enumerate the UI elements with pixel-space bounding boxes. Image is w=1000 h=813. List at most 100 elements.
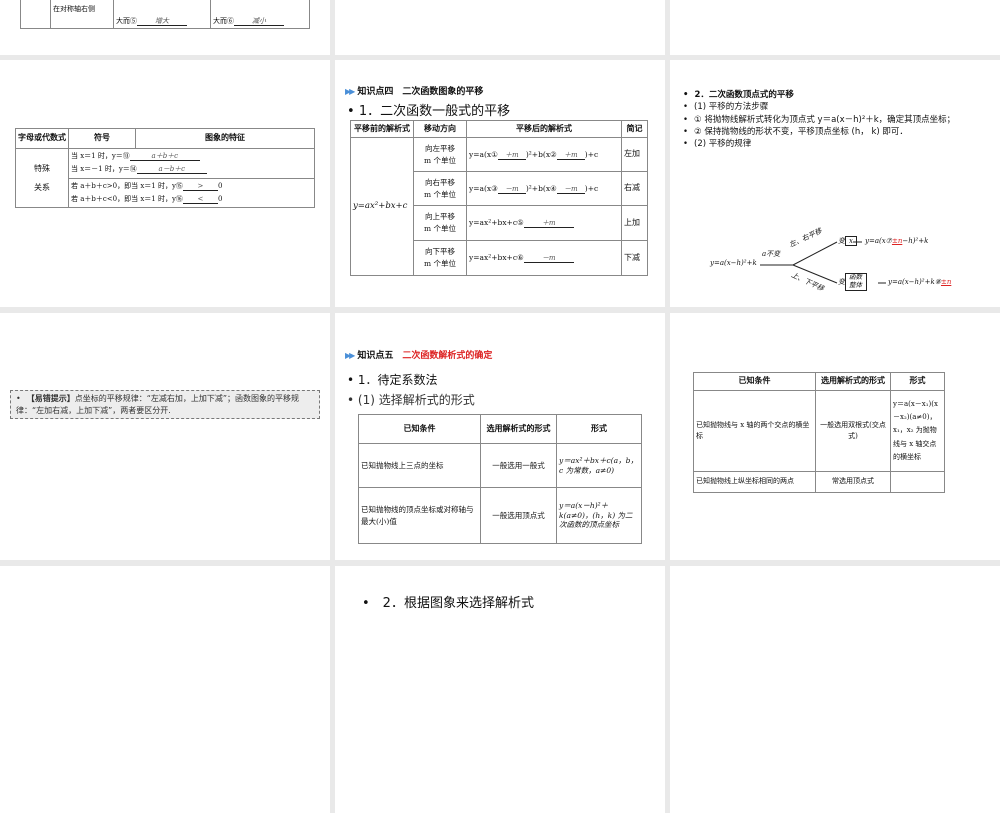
th: 字母或代数式 — [15, 128, 69, 149]
answer: 增大 — [137, 17, 187, 26]
special-relations-table: 字母或代数式 符号 图象的特征 特殊关系 当 x＝1 时，y＝⑬ a＋b＋c 当 x＝－… — [15, 128, 315, 209]
slide-thumbnail-8[interactable]: ▶▶ 知识点五 二次函数解析式的确定 • 1．待定系数法 • (1) 选择解析式的… — [335, 313, 665, 560]
box: x — [845, 236, 857, 246]
cell: 下减 — [621, 240, 648, 276]
text: y=a(x−h)²+k — [710, 259, 757, 267]
table-cell: 在对称轴右侧 — [50, 0, 114, 29]
th: 图象的特征 — [135, 128, 315, 149]
text: 向下平移 — [425, 247, 455, 256]
answer: a＋b＋c — [129, 153, 200, 161]
answer: > — [182, 182, 218, 191]
text: (1) 平移的方法步骤 — [694, 102, 769, 113]
text: 若 a＋b＋c<0，即当 x＝1 时，y⑯ — [71, 194, 183, 203]
text: 1．二次函数一般式的平移 — [358, 104, 511, 119]
answer: ＋m — [523, 220, 574, 228]
text: ② 保持抛物线的形状不变，平移顶点坐标 (h， k) 即可． — [694, 126, 908, 137]
bullet: • (1) 选择解析式的形式 — [347, 393, 475, 408]
answer: －m — [497, 185, 526, 194]
text: )+c — [584, 183, 599, 193]
slide-thumbnail-7[interactable]: • 【易错提示】点坐标的平移规律：“左减右加，上加下减”；函数图象的平移规律：“左… — [0, 313, 330, 560]
cell: 已知抛物线上纵坐标相同的两点 — [693, 471, 816, 493]
th: 移动方向 — [413, 120, 467, 138]
slide-thumbnail-3[interactable] — [670, 0, 1000, 55]
bullet: • 1．二次函数一般式的平移 — [347, 104, 511, 119]
answer: 减小 — [234, 17, 284, 26]
bullet: • 1．待定系数法 — [347, 373, 438, 387]
th: 已知条件 — [693, 372, 816, 391]
slide-thumbnail-4[interactable]: 字母或代数式 符号 图象的特征 特殊关系 当 x＝1 时，y＝⑬ a＋b＋c 当 x＝－… — [0, 60, 330, 307]
slide-thumbnail-12[interactable] — [670, 566, 1000, 813]
cell: 常选用顶点式 — [815, 471, 891, 493]
th: 选用解析式的形式 — [480, 414, 557, 444]
slide-thumbnail-6[interactable]: • 2．二次函数顶点式的平移 • (1) 平移的方法步骤 • ① 将抛物线解析式转化为… — [670, 60, 1000, 307]
cell: y＝a(x－x₁)(x－x₂)(a≠0)，x₁，x₂ 为抛物线与 x 轴交点的横… — [890, 390, 945, 472]
cell: y＝a(x－h)²＋k(a≠0)，(h，k) 为二次函数的顶点坐标 — [556, 487, 642, 544]
text: 0 — [217, 194, 223, 203]
answer: －m — [523, 255, 574, 263]
translation-rule-diagram: y=a(x−h)²+k a不变 左、右平移 上、下平移 变x 变函数整体 y=a… — [710, 225, 951, 300]
arrow-icon: ▶▶ — [345, 87, 355, 96]
text: 2．二次函数顶点式的平移 — [694, 90, 794, 100]
box: 函数整体 — [845, 273, 867, 291]
text: ① 将抛物线解析式转化为顶点式 y＝a(x－h)²＋k，确定其顶点坐标； — [694, 114, 956, 125]
slide-thumbnail-11[interactable]: • 2．根据图象来选择解析式 — [335, 566, 665, 813]
bullet: • (2) 平移的规律 — [683, 139, 752, 150]
cell: 已知抛物线上三点的坐标 — [358, 443, 481, 488]
knowledge-point-heading: ▶▶ 知识点四 二次函数图象的平移 — [345, 84, 483, 97]
cell: 左加 — [621, 137, 648, 172]
text: 当 x＝－1 时，y＝⑭ — [71, 165, 137, 174]
cell: 右减 — [621, 171, 648, 206]
text: y=a(x① — [469, 149, 498, 159]
text: m 个单位 — [424, 224, 456, 233]
text: 知识点四 二次函数图象的平移 — [357, 87, 484, 97]
text: y=ax²+bx+c⑤ — [469, 218, 524, 227]
bullet: • ② 保持抛物线的形状不变，平移顶点坐标 (h， k) 即可． — [683, 126, 908, 137]
slide-thumbnail-9[interactable]: 已知条件 选用解析式的形式 形式 已知抛物线与 x 轴的两个交点的横坐标 一般选用双根… — [670, 313, 1000, 560]
slide-thumbnail-5[interactable]: ▶▶ 知识点四 二次函数图象的平移 • 1．二次函数一般式的平移 平移前的解析式移… — [335, 60, 665, 307]
tip-label: 【易错提示】 — [26, 394, 75, 403]
cell: 一般选用一般式 — [480, 443, 557, 488]
text: 2．根据图象来选择解析式 — [382, 596, 534, 611]
text: −h)²+k — [902, 237, 929, 245]
cell: 一般选用双根式(交点式) — [815, 390, 891, 472]
slide-thumbnail-2[interactable] — [335, 0, 665, 55]
cell: y=ax²+bx+c — [350, 137, 414, 276]
bullets: • 1．待定系数法 • (1) 选择解析式的形式 — [347, 370, 475, 411]
error-tip-box: • 【易错提示】点坐标的平移规律：“左减右加，上加下减”；函数图象的平移规律：“左… — [10, 390, 320, 420]
text: y=a(x⑦ — [865, 237, 892, 245]
slide-thumbnail-10[interactable] — [0, 566, 330, 813]
bullet: • 2．二次函数顶点式的平移 — [683, 90, 794, 100]
th: 符号 — [68, 128, 136, 149]
text: 变 — [838, 277, 845, 286]
formula-choice-table: 已知条件 选用解析式的形式 形式 已知抛物线上三点的坐标 一般选用一般式 y＝ax²＋b… — [358, 414, 642, 544]
text: 大而⑥ — [213, 16, 234, 25]
cell: y＝ax²＋bx＋c(a，b，c 为常数，a≠0) — [556, 443, 642, 488]
th: 简记 — [621, 120, 648, 138]
th: 选用解析式的形式 — [815, 372, 891, 391]
th: 平移后的解析式 — [466, 120, 622, 138]
slide-thumbnail-1[interactable]: 在对称轴右侧 大而⑤ 增大 大而⑥ 减小 — [0, 0, 330, 55]
text: m 个单位 — [424, 259, 456, 268]
text: (1) 选择解析式的形式 — [357, 393, 475, 408]
text: )²+b(x② — [525, 149, 557, 159]
answer: < — [182, 195, 218, 204]
text: y=a(x−h)²+k⑧ — [888, 278, 941, 286]
text: 当 x＝1 时，y＝⑬ — [71, 152, 130, 160]
text: y=ax²+bx+c⑥ — [469, 253, 524, 262]
answer: a－b＋c — [136, 166, 207, 175]
translation-table: 平移前的解析式 移动方向 平移后的解析式 简记 y=ax²+bx+c 向左平移 m 个单… — [350, 120, 648, 276]
text: 向上平移 — [425, 212, 455, 221]
text: 关系 — [34, 183, 50, 193]
bullet: • ① 将抛物线解析式转化为顶点式 y＝a(x－h)²＋k，确定其顶点坐标； — [683, 114, 956, 125]
text: y=a(x③ — [469, 183, 498, 193]
text: y=a(x−h)²+k⑧±n — [888, 278, 951, 286]
th: 形式 — [890, 372, 945, 391]
text: 特殊 — [34, 163, 50, 173]
cell: 一般选用顶点式 — [480, 487, 557, 544]
answer: ＋m — [497, 151, 526, 160]
cell: 上加 — [621, 205, 648, 241]
cell — [890, 471, 945, 493]
text: )²+b(x④ — [525, 183, 557, 193]
text: 向右平移 — [425, 177, 455, 187]
text: 变 — [838, 237, 845, 245]
